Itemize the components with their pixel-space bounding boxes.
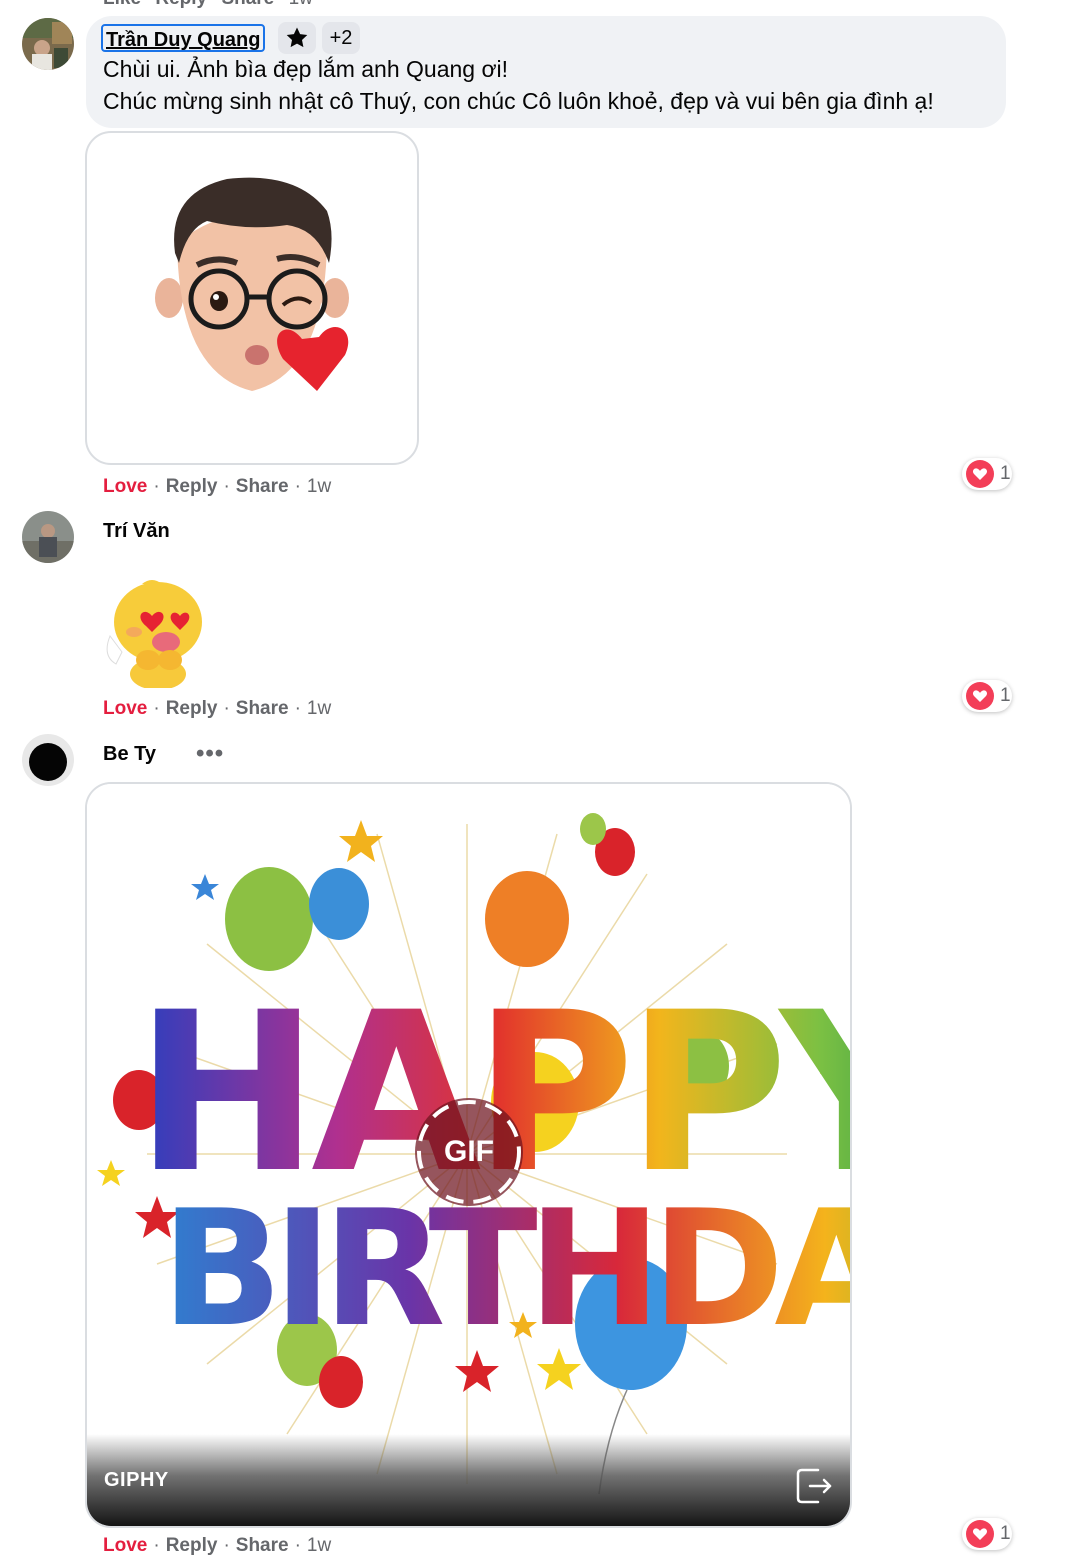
author-name[interactable]: Be Ty <box>103 743 156 766</box>
reply-link[interactable]: Reply <box>155 0 207 9</box>
timestamp[interactable]: 1w <box>307 476 331 497</box>
comment-actions: Love · Reply · Share · 1w <box>103 698 332 719</box>
giphy-attribution[interactable]: GIPHY <box>104 1469 169 1492</box>
love-link[interactable]: Love <box>103 476 147 497</box>
like-link[interactable]: Like <box>103 0 141 9</box>
comment-text-line: Chùi ui. Ảnh bìa đẹp lắm anh Quang ơi! <box>103 56 509 82</box>
star-icon <box>286 27 308 48</box>
heart-reaction-icon <box>966 460 994 488</box>
reply-link[interactable]: Reply <box>166 476 218 497</box>
author-name[interactable]: Trí Văn <box>103 520 170 543</box>
gif-card[interactable]: HAPPY BIRTHDAY GIF GIPHY <box>85 782 852 1528</box>
reply-link[interactable]: Reply <box>166 698 218 719</box>
love-link[interactable]: Love <box>103 1535 147 1556</box>
reaction-count: 1 <box>1000 463 1011 484</box>
comment-text-line: Chúc mừng sinh nhật cô Thuý, con chúc Cô… <box>103 88 934 114</box>
reply-link[interactable]: Reply <box>166 1535 218 1556</box>
top-fan-badge[interactable] <box>278 22 316 54</box>
heart-reaction-icon <box>966 1520 994 1548</box>
love-eyes-sticker <box>106 580 202 690</box>
share-link[interactable]: Share <box>236 698 289 719</box>
love-link[interactable]: Love <box>103 698 147 719</box>
share-link[interactable]: Share <box>236 476 289 497</box>
share-link[interactable]: Share <box>221 0 274 9</box>
reaction-count: 1 <box>1000 1523 1011 1544</box>
sticker[interactable] <box>102 576 210 690</box>
previous-comment-actions: Like·Reply·Share·1w <box>103 0 313 10</box>
share-out-icon[interactable] <box>794 1466 834 1506</box>
avatar[interactable] <box>22 18 74 70</box>
timestamp[interactable]: 1w <box>289 0 313 9</box>
timestamp[interactable]: 1w <box>307 1535 331 1556</box>
heart-reaction-icon <box>966 682 994 710</box>
memoji-sticker <box>155 177 349 391</box>
gif-play-button[interactable]: GIF <box>415 1098 523 1206</box>
gif-footer <box>87 1434 850 1526</box>
avatar[interactable] <box>22 734 74 786</box>
comment-actions: Love · Reply · Share · 1w <box>103 1535 332 1556</box>
reaction-summary[interactable]: 1 <box>962 680 1012 712</box>
reaction-count: 1 <box>1000 685 1011 706</box>
gif-ring-icon <box>417 1100 521 1204</box>
comment-actions: Love · Reply · Share · 1w <box>103 476 332 497</box>
timestamp[interactable]: 1w <box>307 698 331 719</box>
avatar[interactable] <box>22 511 74 563</box>
sticker-card[interactable] <box>85 131 419 465</box>
reaction-summary[interactable]: 1 <box>962 1518 1012 1550</box>
reaction-summary[interactable]: 1 <box>962 458 1012 490</box>
author-name[interactable]: Trần Duy Quang <box>101 24 266 52</box>
share-link[interactable]: Share <box>236 1535 289 1556</box>
more-icon[interactable]: ••• <box>196 740 224 768</box>
badge-more[interactable]: +2 <box>322 22 360 54</box>
